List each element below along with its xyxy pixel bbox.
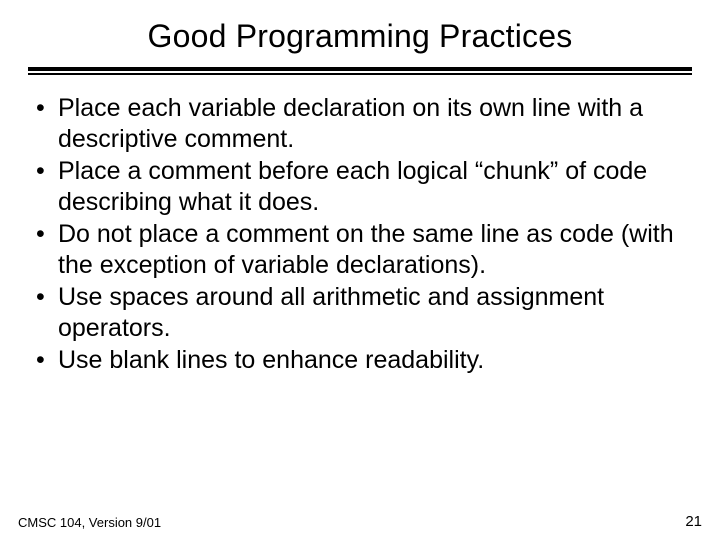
bullet-item: Use spaces around all arithmetic and ass… xyxy=(32,282,688,343)
slide: Good Programming Practices Place each va… xyxy=(0,0,720,540)
bullet-item: Use blank lines to enhance readability. xyxy=(32,345,688,376)
bullet-item: Place each variable declaration on its o… xyxy=(32,93,688,154)
content: Place each variable declaration on its o… xyxy=(28,93,692,376)
title-wrap: Good Programming Practices xyxy=(28,18,692,55)
footer-left: CMSC 104, Version 9/01 xyxy=(18,515,161,530)
title-rule xyxy=(28,67,692,75)
bullet-item: Do not place a comment on the same line … xyxy=(32,219,688,280)
slide-title: Good Programming Practices xyxy=(28,18,692,55)
footer: CMSC 104, Version 9/01 21 xyxy=(18,513,702,530)
rule-thin xyxy=(28,73,692,75)
bullet-item: Place a comment before each logical “chu… xyxy=(32,156,688,217)
bullet-list: Place each variable declaration on its o… xyxy=(32,93,688,376)
slide-number: 21 xyxy=(685,513,702,530)
